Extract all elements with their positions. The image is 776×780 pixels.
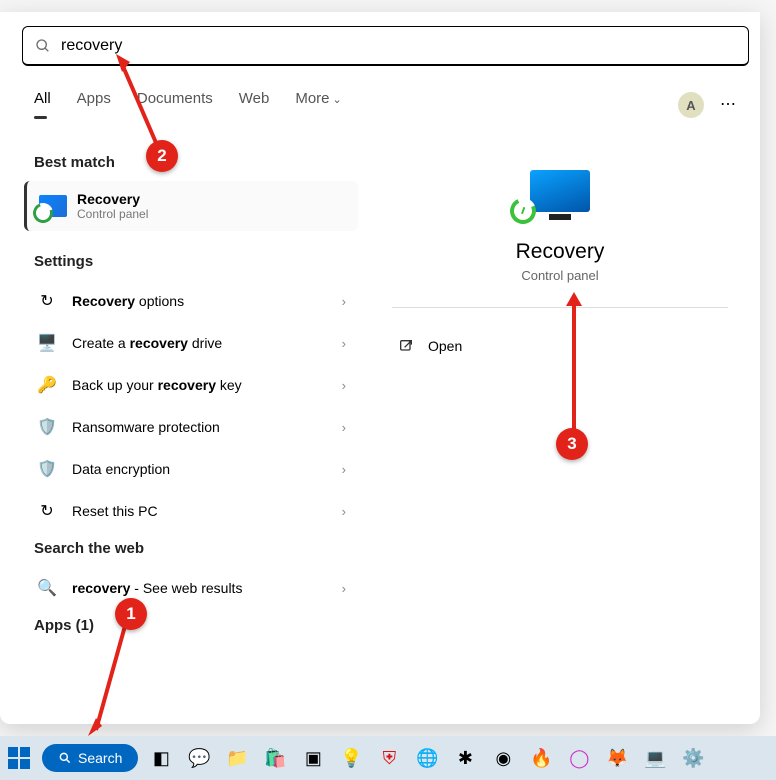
app-icon-2[interactable]: ▣ <box>298 743 328 773</box>
more-menu-icon[interactable]: ⋯ <box>720 94 738 114</box>
firefox-icon[interactable]: 🦊 <box>602 743 632 773</box>
apps-heading: Apps (1) <box>34 617 348 634</box>
tab-more[interactable]: More⌄ <box>295 90 341 113</box>
shield-icon: 🛡️ <box>36 416 58 438</box>
settings-item-create-recovery-drive[interactable]: 🖥️ Create a recovery drive › <box>22 322 360 364</box>
chevron-right-icon: › <box>342 378 346 393</box>
tab-apps[interactable]: Apps <box>77 90 111 113</box>
search-icon <box>58 751 72 765</box>
annotation-badge-1: 1 <box>115 598 147 630</box>
taskbar-search-label: Search <box>78 750 122 766</box>
detail-subtitle: Control panel <box>380 268 740 283</box>
task-view-icon[interactable]: ◧ <box>146 743 176 773</box>
annotation-arrow-3 <box>562 292 586 442</box>
search-web-heading: Search the web <box>34 540 348 557</box>
edge-icon[interactable]: 🌐 <box>412 743 442 773</box>
open-label: Open <box>428 338 462 354</box>
best-match-heading: Best match <box>34 154 348 171</box>
mcafee-icon[interactable]: ⛨ <box>374 743 404 773</box>
chrome-icon[interactable]: ◉ <box>488 743 518 773</box>
item-label: Recovery options <box>72 293 328 309</box>
reset-icon: ↻ <box>36 500 58 522</box>
annotation-badge-2: 2 <box>146 140 178 172</box>
chevron-right-icon: › <box>342 336 346 351</box>
app-icon-4[interactable]: 🔥 <box>526 743 556 773</box>
search-icon: 🔍 <box>36 577 58 599</box>
open-icon <box>398 338 414 354</box>
best-match-item[interactable]: Recovery Control panel <box>24 181 358 231</box>
chevron-down-icon: ⌄ <box>333 94 342 106</box>
chevron-right-icon: › <box>342 294 346 309</box>
item-label: Data encryption <box>72 461 328 477</box>
chevron-right-icon: › <box>342 581 346 596</box>
settings-item-backup-recovery-key[interactable]: 🔑 Back up your recovery key › <box>22 364 360 406</box>
divider <box>392 307 728 308</box>
avatar[interactable]: A <box>678 92 704 118</box>
chevron-right-icon: › <box>342 462 346 477</box>
best-match-subtitle: Control panel <box>77 207 148 221</box>
app-icon-3[interactable]: 💡 <box>336 743 366 773</box>
item-label: Ransomware protection <box>72 419 328 435</box>
taskbar-search-button[interactable]: Search <box>42 744 138 772</box>
item-label: Reset this PC <box>72 503 328 519</box>
best-match-title: Recovery <box>77 191 148 207</box>
tabs: All Apps Documents Web More⌄ <box>34 90 342 113</box>
settings-heading: Settings <box>34 253 348 270</box>
app-icon-1[interactable]: 💬 <box>184 743 214 773</box>
settings-item-data-encryption[interactable]: 🛡️ Data encryption › <box>22 448 360 490</box>
chevron-right-icon: › <box>342 420 346 435</box>
item-label: Create a recovery drive <box>72 335 328 351</box>
settings-item-recovery-options[interactable]: ↻ Recovery options › <box>22 280 360 322</box>
shield-icon: 🛡️ <box>36 458 58 480</box>
detail-title: Recovery <box>380 240 740 264</box>
recovery-options-icon: ↻ <box>36 290 58 312</box>
item-label: recovery - See web results <box>72 580 328 596</box>
annotation-badge-3: 3 <box>556 428 588 460</box>
monitor-icon: 🖥️ <box>36 332 58 354</box>
tab-underline <box>34 116 47 119</box>
settings-icon[interactable]: ⚙️ <box>678 743 708 773</box>
app-icon-5[interactable]: 💻 <box>640 743 670 773</box>
opera-icon[interactable]: ◯ <box>564 743 594 773</box>
chevron-right-icon: › <box>342 504 346 519</box>
start-button[interactable] <box>4 743 34 773</box>
tab-all[interactable]: All <box>34 90 51 113</box>
settings-item-reset-this-pc[interactable]: ↻ Reset this PC › <box>22 490 360 532</box>
slack-icon[interactable]: ✱ <box>450 743 480 773</box>
recovery-app-icon <box>39 195 67 217</box>
key-icon: 🔑 <box>36 374 58 396</box>
tab-web[interactable]: Web <box>239 90 270 113</box>
file-explorer-icon[interactable]: 📁 <box>222 743 252 773</box>
store-icon[interactable]: 🛍️ <box>260 743 290 773</box>
search-icon <box>35 38 51 54</box>
open-action[interactable]: Open <box>380 332 740 360</box>
recovery-large-icon <box>530 170 590 212</box>
settings-item-ransomware-protection[interactable]: 🛡️ Ransomware protection › <box>22 406 360 448</box>
web-result-item[interactable]: 🔍 recovery - See web results › <box>22 567 360 609</box>
item-label: Back up your recovery key <box>72 377 328 393</box>
